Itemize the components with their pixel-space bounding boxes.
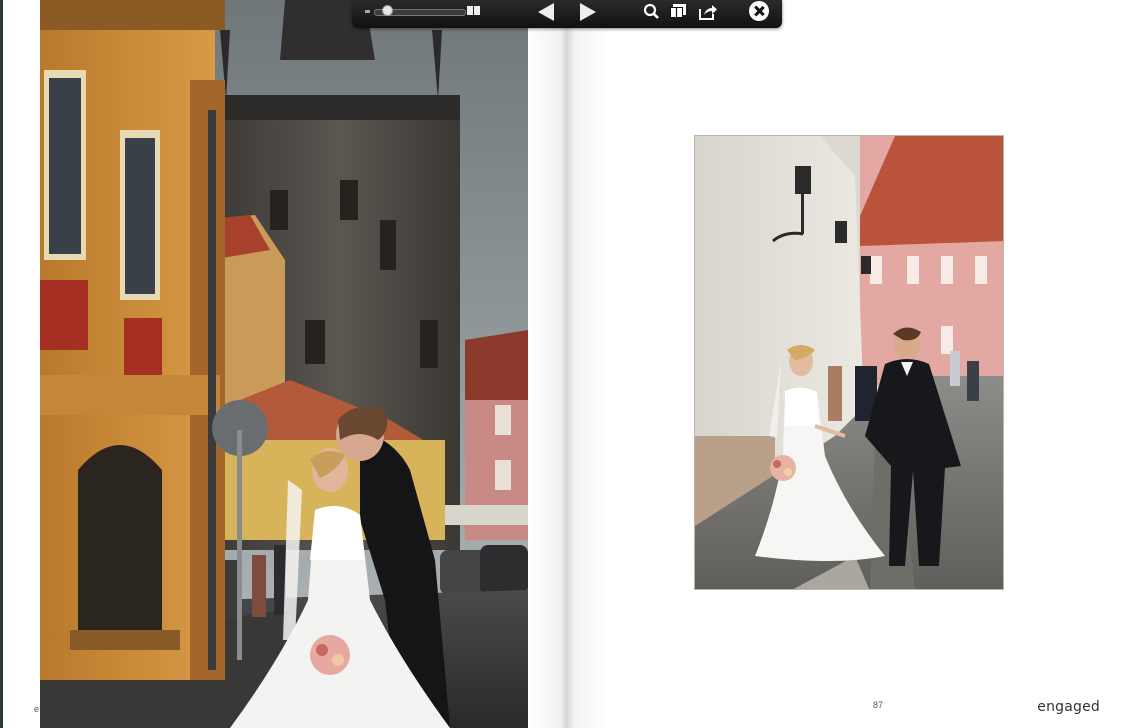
zoom-out-indicator	[365, 10, 370, 13]
magazine-spread: e 87 engaged	[0, 0, 1130, 728]
right-page-photo	[694, 135, 1004, 590]
next-page-arrow-icon[interactable]	[577, 2, 599, 22]
zoom-slider-knob[interactable]	[381, 5, 393, 16]
close-icon[interactable]	[749, 1, 769, 21]
share-icon[interactable]	[698, 3, 718, 21]
left-page-number: e	[34, 704, 40, 714]
kissing-couple-photo	[40, 0, 528, 728]
search-icon[interactable]	[642, 3, 662, 21]
right-page-number: 87	[872, 700, 883, 710]
left-page[interactable]: e	[0, 0, 566, 728]
page-gutter	[528, 0, 608, 728]
reader-toolbar	[352, 0, 782, 28]
two-page-view-icon[interactable]	[467, 6, 481, 16]
previous-page-arrow-icon[interactable]	[535, 2, 557, 22]
walking-couple-photo	[695, 136, 1003, 589]
left-page-photo	[40, 0, 528, 728]
thumbnails-icon[interactable]	[668, 3, 688, 21]
left-page-edge	[0, 0, 3, 728]
brand-logo-text: engaged	[1037, 699, 1100, 715]
